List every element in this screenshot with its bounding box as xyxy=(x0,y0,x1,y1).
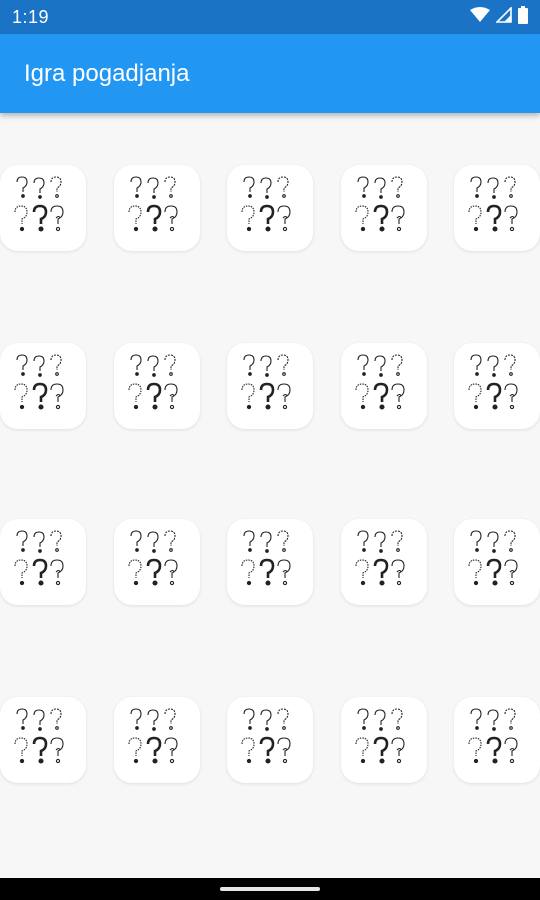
question-marks-icon xyxy=(461,704,533,776)
question-marks-icon xyxy=(7,526,79,598)
memory-card-r1-c3[interactable] xyxy=(227,165,313,251)
question-marks-icon xyxy=(121,172,193,244)
memory-card-r2-c4[interactable] xyxy=(341,343,427,429)
memory-card-r4-c4[interactable] xyxy=(341,697,427,783)
memory-card-r4-c1[interactable] xyxy=(0,697,86,783)
memory-card-r4-c2[interactable] xyxy=(114,697,200,783)
home-gesture-handle[interactable] xyxy=(220,887,320,891)
status-bar: 1:19 xyxy=(0,0,540,34)
memory-card-r3-c3[interactable] xyxy=(227,519,313,605)
question-marks-icon xyxy=(461,172,533,244)
status-time: 1:19 xyxy=(12,6,50,27)
memory-card-r1-c1[interactable] xyxy=(0,165,86,251)
question-marks-icon xyxy=(234,350,306,422)
memory-card-r3-c4[interactable] xyxy=(341,519,427,605)
question-marks-icon xyxy=(121,704,193,776)
app-bar: Igra pogadjanja xyxy=(0,34,540,113)
memory-card-r1-c5[interactable] xyxy=(454,165,540,251)
memory-card-r2-c1[interactable] xyxy=(0,343,86,429)
signal-icon xyxy=(495,5,512,28)
memory-card-r1-c4[interactable] xyxy=(341,165,427,251)
question-marks-icon xyxy=(234,172,306,244)
memory-card-r3-c5[interactable] xyxy=(454,519,540,605)
app-title: Igra pogadjanja xyxy=(24,59,190,87)
question-marks-icon xyxy=(7,350,79,422)
question-marks-icon xyxy=(121,350,193,422)
question-marks-icon xyxy=(234,526,306,598)
card-grid xyxy=(0,113,540,878)
question-marks-icon xyxy=(348,704,420,776)
memory-card-r2-c2[interactable] xyxy=(114,343,200,429)
memory-card-r3-c2[interactable] xyxy=(114,519,200,605)
status-icons xyxy=(470,5,528,29)
memory-card-r1-c2[interactable] xyxy=(114,165,200,251)
memory-card-r3-c1[interactable] xyxy=(0,519,86,605)
question-marks-icon xyxy=(121,526,193,598)
question-marks-icon xyxy=(461,526,533,598)
memory-card-r4-c5[interactable] xyxy=(454,697,540,783)
question-marks-icon xyxy=(348,350,420,422)
wifi-icon xyxy=(470,6,490,28)
question-marks-icon xyxy=(348,526,420,598)
question-marks-icon xyxy=(7,704,79,776)
navigation-bar xyxy=(0,878,540,900)
question-marks-icon xyxy=(348,172,420,244)
memory-card-r2-c3[interactable] xyxy=(227,343,313,429)
question-marks-icon xyxy=(7,172,79,244)
memory-card-r4-c3[interactable] xyxy=(227,697,313,783)
question-marks-icon xyxy=(234,704,306,776)
battery-icon xyxy=(518,5,528,29)
memory-card-r2-c5[interactable] xyxy=(454,343,540,429)
question-marks-icon xyxy=(461,350,533,422)
